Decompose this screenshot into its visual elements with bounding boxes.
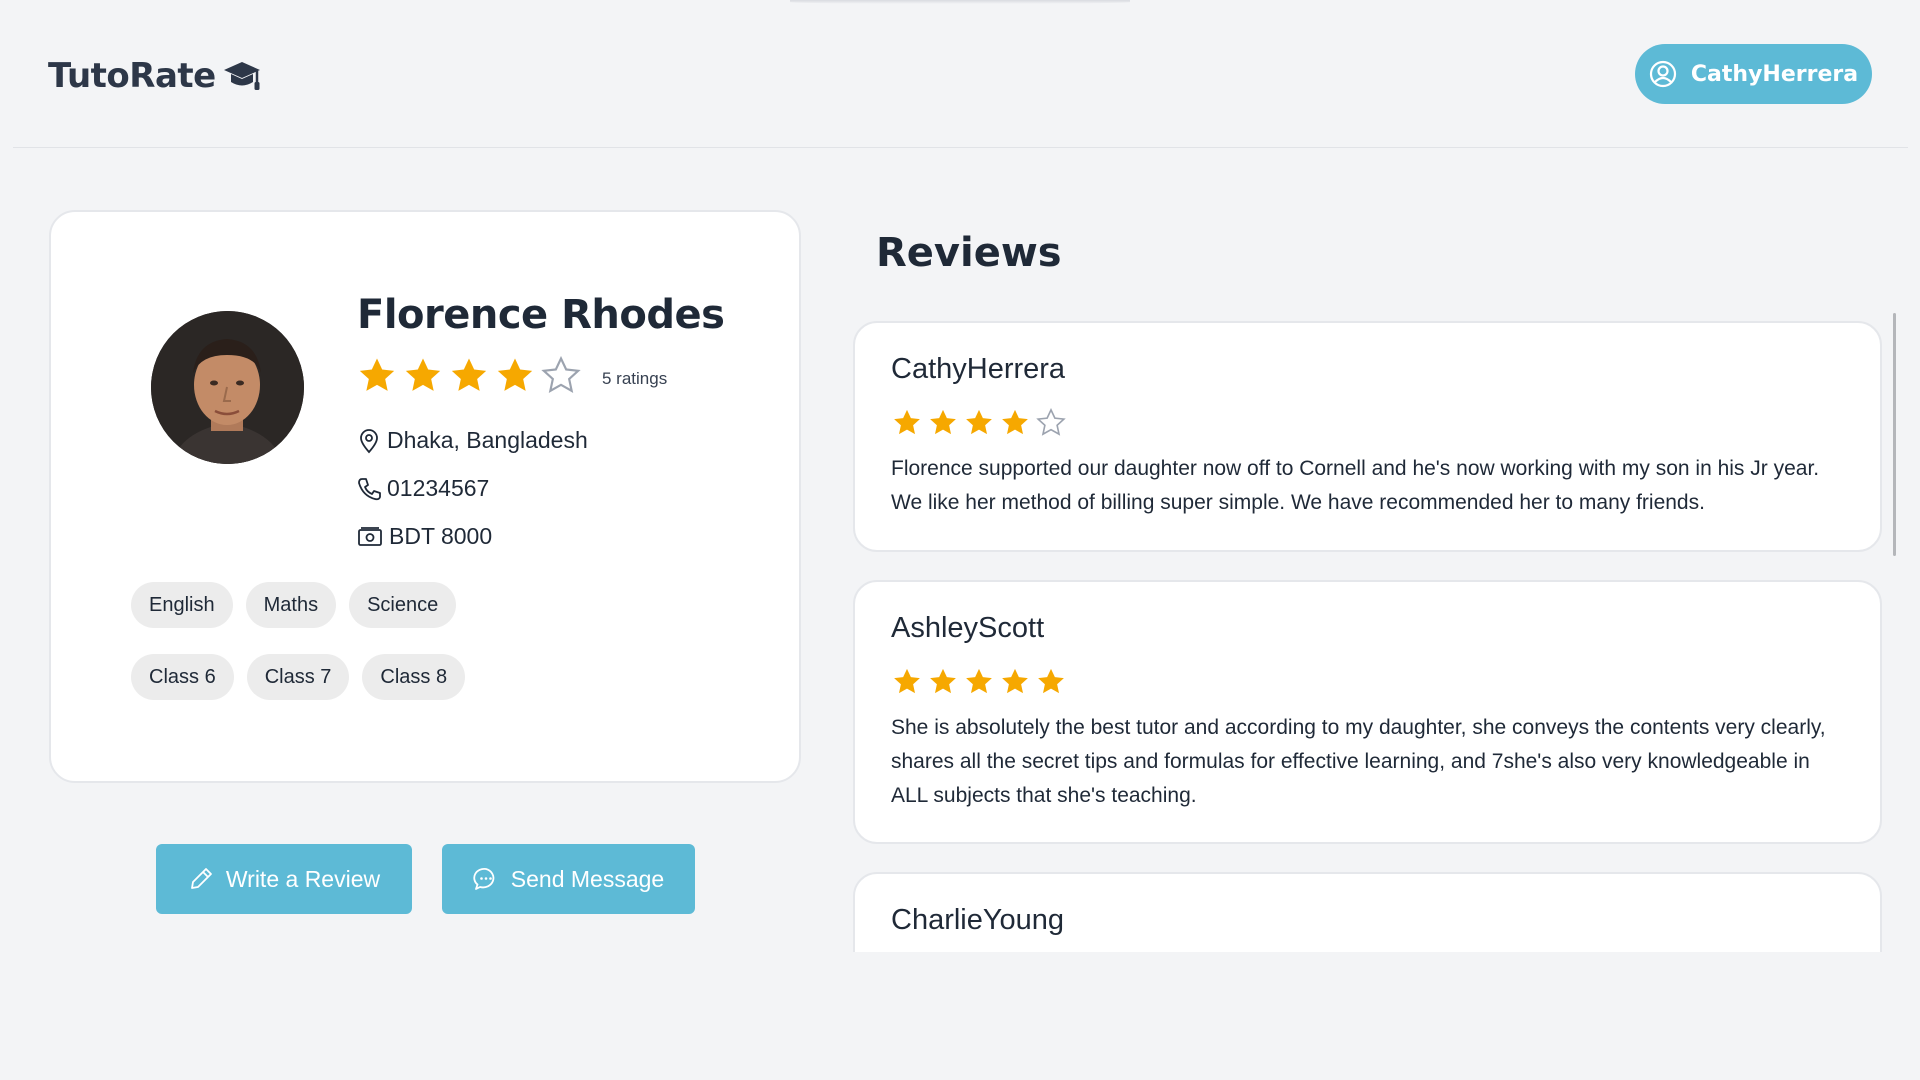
subject-tag[interactable]: English: [131, 582, 233, 628]
class-tag[interactable]: Class 6: [131, 654, 234, 700]
review-rating-stars: [892, 408, 1066, 438]
class-tag[interactable]: Class 8: [362, 654, 466, 700]
star-filled-icon: [451, 358, 487, 391]
star-filled-icon: [894, 668, 920, 694]
app-logo[interactable]: TutoRate: [48, 56, 262, 96]
review-author: CathyHerrera: [891, 353, 1066, 385]
graduation-cap-icon: [223, 62, 260, 90]
star-filled-icon: [966, 668, 992, 694]
tutor-fee: BDT 8000: [357, 523, 492, 550]
review-card: CharlieYoung: [853, 872, 1882, 952]
review-card: AshleyScott She is absolutely the best t…: [853, 580, 1882, 844]
star-filled-icon: [966, 409, 992, 435]
star-filled-icon: [1002, 668, 1028, 694]
fee-text: BDT 8000: [389, 523, 493, 549]
star-filled-icon: [359, 358, 395, 391]
star-filled-icon: [497, 358, 533, 391]
reviews-list[interactable]: CathyHerrera Florence supported our daug…: [853, 318, 1884, 952]
write-review-label: Write a Review: [225, 865, 381, 892]
chat-bubble-icon: [473, 867, 495, 890]
ratings-count: 5 ratings: [602, 369, 668, 388]
star-filled-icon: [405, 358, 441, 391]
tutor-location: Dhaka, Bangladesh: [357, 427, 588, 454]
review-rating-stars: [892, 667, 1066, 697]
star-filled-icon: [1038, 668, 1064, 694]
map-pin-icon: [360, 428, 378, 453]
send-message-label: Send Message: [510, 865, 665, 892]
tutor-avatar: [151, 311, 304, 464]
write-review-button[interactable]: Write a Review: [156, 844, 412, 914]
star-filled-icon: [930, 409, 956, 435]
reviews-heading: Reviews: [876, 230, 1062, 276]
class-tags: Class 6 Class 7 Class 8: [131, 654, 466, 700]
subject-tags: English Maths Science: [131, 582, 457, 628]
tutor-name: Florence Rhodes: [357, 292, 725, 338]
reviews-scrollbar[interactable]: [1893, 313, 1896, 556]
star-filled-icon: [894, 409, 920, 435]
logo-text: TutoRate: [48, 56, 216, 96]
user-name: CathyHerrera: [1690, 61, 1859, 87]
star-empty-icon: [1036, 408, 1066, 436]
location-text: Dhaka, Bangladesh: [387, 427, 588, 453]
star-filled-icon: [930, 668, 956, 694]
app-header: TutoRate CathyHerrera: [13, 0, 1908, 148]
send-message-button[interactable]: Send Message: [442, 844, 695, 914]
class-tag[interactable]: Class 7: [246, 654, 350, 700]
review-author: CharlieYoung: [891, 904, 1065, 936]
user-menu-button[interactable]: CathyHerrera: [1635, 44, 1872, 104]
phone-text: 01234567: [387, 475, 490, 501]
banknote-icon: [358, 526, 382, 546]
star-filled-icon: [1002, 409, 1028, 435]
review-text: Florence supported our daughter now off …: [891, 457, 1820, 514]
review-text: She is absolutely the best tutor and acc…: [891, 716, 1826, 807]
subject-tag[interactable]: Science: [349, 582, 457, 628]
review-card: CathyHerrera Florence supported our daug…: [853, 321, 1882, 552]
tutor-profile-card: Florence Rhodes 5 ratings Dhaka, Banglad…: [49, 210, 801, 783]
tutor-rating-stars: [357, 356, 581, 396]
review-author: AshleyScott: [891, 612, 1045, 644]
tutor-phone: 01234567: [357, 475, 489, 502]
pencil-icon: [190, 868, 212, 889]
subject-tag[interactable]: Maths: [245, 582, 337, 628]
user-circle-icon: [1649, 60, 1677, 88]
phone-icon: [358, 477, 381, 500]
star-empty-icon: [541, 356, 581, 393]
